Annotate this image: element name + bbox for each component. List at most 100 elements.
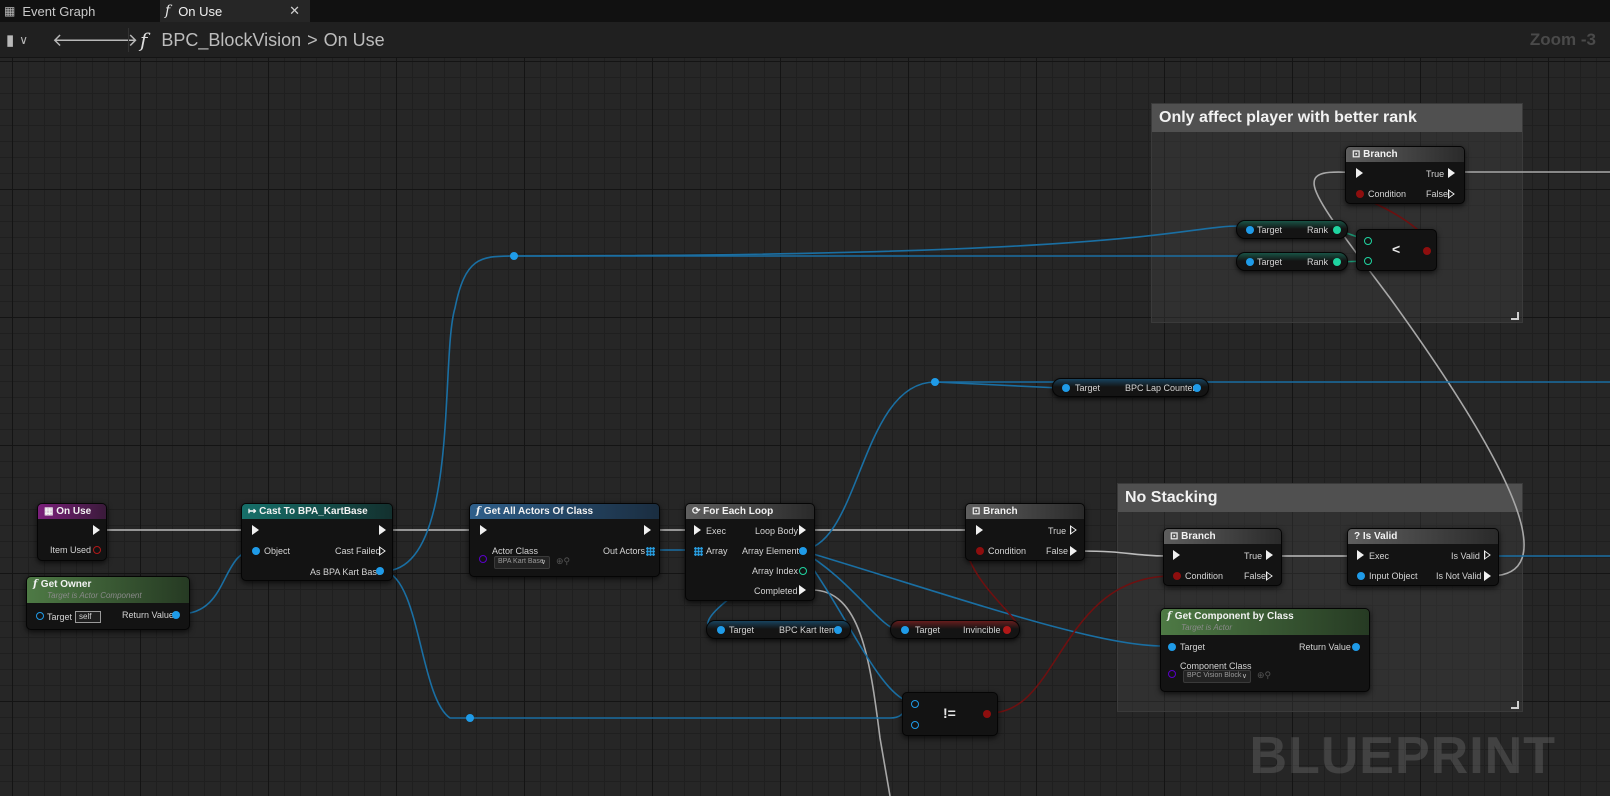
reroute-node[interactable] xyxy=(510,252,518,260)
rank-label: Rank xyxy=(1307,225,1329,235)
reroute-node[interactable] xyxy=(931,378,939,386)
lap-counter-pin[interactable] xyxy=(1193,384,1201,392)
exec-in-pin[interactable] xyxy=(694,525,701,535)
target-pin[interactable] xyxy=(1246,258,1254,266)
graph-canvas[interactable]: Only affect player with better rank No S… xyxy=(0,58,1610,796)
array-icon[interactable] xyxy=(646,547,655,556)
reroute-node[interactable] xyxy=(466,714,474,722)
browse-icon[interactable]: ⊕⚲ xyxy=(556,556,570,567)
return-value-pin[interactable] xyxy=(1352,643,1360,651)
a-pin[interactable] xyxy=(1364,237,1372,245)
item-used-label: Item Used xyxy=(50,545,92,555)
invincible-pin[interactable] xyxy=(1003,626,1011,634)
node-branch-main[interactable]: ⊡ Branch True Condition False xyxy=(965,503,1085,561)
component-class-pin[interactable] xyxy=(1168,670,1176,678)
result-pin[interactable] xyxy=(983,710,991,718)
target-pin[interactable] xyxy=(36,612,44,620)
exec-out-pin[interactable] xyxy=(379,525,386,535)
target-pin[interactable] xyxy=(1246,226,1254,234)
true-pin[interactable] xyxy=(1448,168,1455,178)
component-class-dropdown[interactable]: BPC Vision Block ∨ xyxy=(1183,670,1251,683)
target-label: Target xyxy=(1257,257,1283,267)
forward-button[interactable]: 🡒 xyxy=(90,22,138,58)
input-object-pin[interactable] xyxy=(1357,572,1365,580)
node-get-owner[interactable]: f Get Owner Target is Actor Component Ta… xyxy=(26,576,190,630)
target-pin[interactable] xyxy=(1062,384,1070,392)
function-icon: f xyxy=(140,28,148,52)
node-less-than[interactable]: < xyxy=(1356,229,1437,271)
condition-pin[interactable] xyxy=(1356,190,1364,198)
false-pin[interactable] xyxy=(1070,546,1077,556)
actor-class-pin[interactable] xyxy=(479,555,487,563)
return-value-pin[interactable] xyxy=(172,611,180,619)
false-pin[interactable] xyxy=(1266,571,1273,581)
target-pin[interactable] xyxy=(1168,643,1176,651)
node-title: Branch xyxy=(983,506,1018,517)
node-get-all-actors[interactable]: f Get All Actors Of Class Actor Class BP… xyxy=(469,503,660,577)
node-header: ▦ On Use xyxy=(38,504,106,519)
browse-icon[interactable]: ⊕⚲ xyxy=(1257,670,1271,681)
object-pin[interactable] xyxy=(252,547,260,555)
node-get-lap-counter[interactable]: Target BPC Lap Counter xyxy=(1052,378,1209,397)
tab-bar: ▦ Event Graph f On Use ✕ xyxy=(0,0,1610,22)
condition-pin[interactable] xyxy=(976,547,984,555)
node-get-kart-item[interactable]: Target BPC Kart Item xyxy=(706,620,851,639)
is-not-valid-pin[interactable] xyxy=(1484,571,1491,581)
node-branch-rank[interactable]: ⊡ Branch True Condition False xyxy=(1345,146,1465,204)
exec-in-pin[interactable] xyxy=(480,525,487,535)
node-cast-to-kartbase[interactable]: ↦ Cast To BPA_KartBase Object Cast Faile… xyxy=(241,503,393,581)
as-kart-base-pin[interactable] xyxy=(376,567,384,575)
exec-in-pin[interactable] xyxy=(1173,550,1180,560)
condition-pin[interactable] xyxy=(1173,572,1181,580)
node-get-invincible[interactable]: Target Invincible xyxy=(890,620,1020,639)
loop-body-pin[interactable] xyxy=(799,525,806,535)
node-header: ⊡ Branch xyxy=(1164,529,1281,544)
rank-pin[interactable] xyxy=(1333,226,1341,234)
exec-out-pin[interactable] xyxy=(644,525,651,535)
exec-in-pin[interactable] xyxy=(1356,168,1363,178)
bookmark-button[interactable]: ▮ ∨ xyxy=(6,22,28,58)
completed-pin[interactable] xyxy=(799,585,806,595)
node-on-use[interactable]: ▦ On Use Item Used xyxy=(37,503,107,561)
loop-icon: ⟳ xyxy=(692,506,704,517)
result-pin[interactable] xyxy=(1423,247,1431,255)
target-pin[interactable] xyxy=(901,626,909,634)
target-label: Target xyxy=(729,625,755,635)
target-pin[interactable] xyxy=(717,626,725,634)
node-not-equal[interactable]: != xyxy=(902,692,998,736)
true-pin[interactable] xyxy=(1070,525,1077,535)
node-header: ⊡ Branch xyxy=(1346,147,1464,162)
exec-out-pin[interactable] xyxy=(93,525,100,535)
a-pin[interactable] xyxy=(911,700,919,708)
item-used-pin[interactable] xyxy=(93,546,101,554)
rank-pin[interactable] xyxy=(1333,258,1341,266)
exec-in-pin[interactable] xyxy=(1357,550,1364,560)
exec-in-pin[interactable] xyxy=(252,525,259,535)
target-label: Target xyxy=(1180,642,1206,652)
tab-event-graph[interactable]: ▦ Event Graph xyxy=(0,0,150,22)
true-pin[interactable] xyxy=(1266,550,1273,560)
is-valid-pin[interactable] xyxy=(1484,550,1491,560)
actor-class-dropdown[interactable]: BPA Kart Base ∨ xyxy=(494,556,550,569)
node-for-each-loop[interactable]: ⟳ For Each Loop Exec Loop Body Array Arr… xyxy=(685,503,815,601)
cast-failed-pin[interactable] xyxy=(379,546,386,556)
node-is-valid[interactable]: ? Is Valid Exec Is Valid Input Object Is… xyxy=(1347,528,1499,586)
self-field[interactable]: self xyxy=(75,611,101,623)
node-branch-stacking[interactable]: ⊡ Branch True Condition False xyxy=(1163,528,1282,586)
b-pin[interactable] xyxy=(1364,257,1372,265)
array-icon[interactable] xyxy=(694,547,703,556)
array-element-pin[interactable] xyxy=(799,547,807,555)
kart-item-pin[interactable] xyxy=(834,626,842,634)
exec-in-pin[interactable] xyxy=(976,525,983,535)
node-get-rank-top[interactable]: Target Rank xyxy=(1236,220,1348,239)
breadcrumb-root[interactable]: BPC_BlockVision xyxy=(161,30,301,51)
node-get-rank-bottom[interactable]: Target Rank xyxy=(1236,252,1348,271)
target-label: Target xyxy=(1075,383,1101,393)
completed-label: Completed xyxy=(754,586,798,596)
b-pin[interactable] xyxy=(911,721,919,729)
tab-on-use[interactable]: f On Use ✕ xyxy=(160,0,310,22)
close-icon[interactable]: ✕ xyxy=(289,3,300,19)
array-index-pin[interactable] xyxy=(799,567,807,575)
false-pin[interactable] xyxy=(1448,189,1455,199)
node-get-component-by-class[interactable]: f Get Component by Class Target is Actor… xyxy=(1160,608,1370,692)
